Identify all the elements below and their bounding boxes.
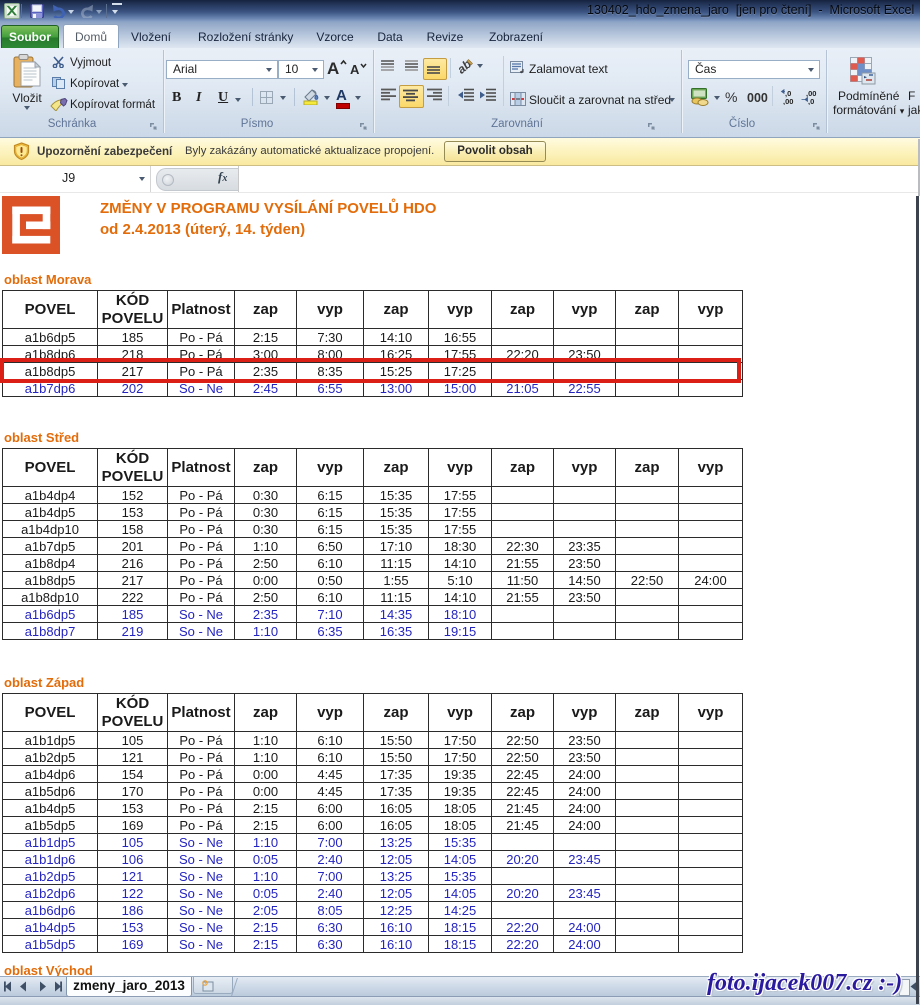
svg-text:A: A bbox=[350, 62, 360, 76]
svg-text:,0: ,0 bbox=[808, 97, 814, 105]
svg-text:ab: ab bbox=[456, 57, 474, 75]
svg-text:,00: ,00 bbox=[783, 97, 793, 105]
svg-text:A: A bbox=[327, 59, 339, 76]
